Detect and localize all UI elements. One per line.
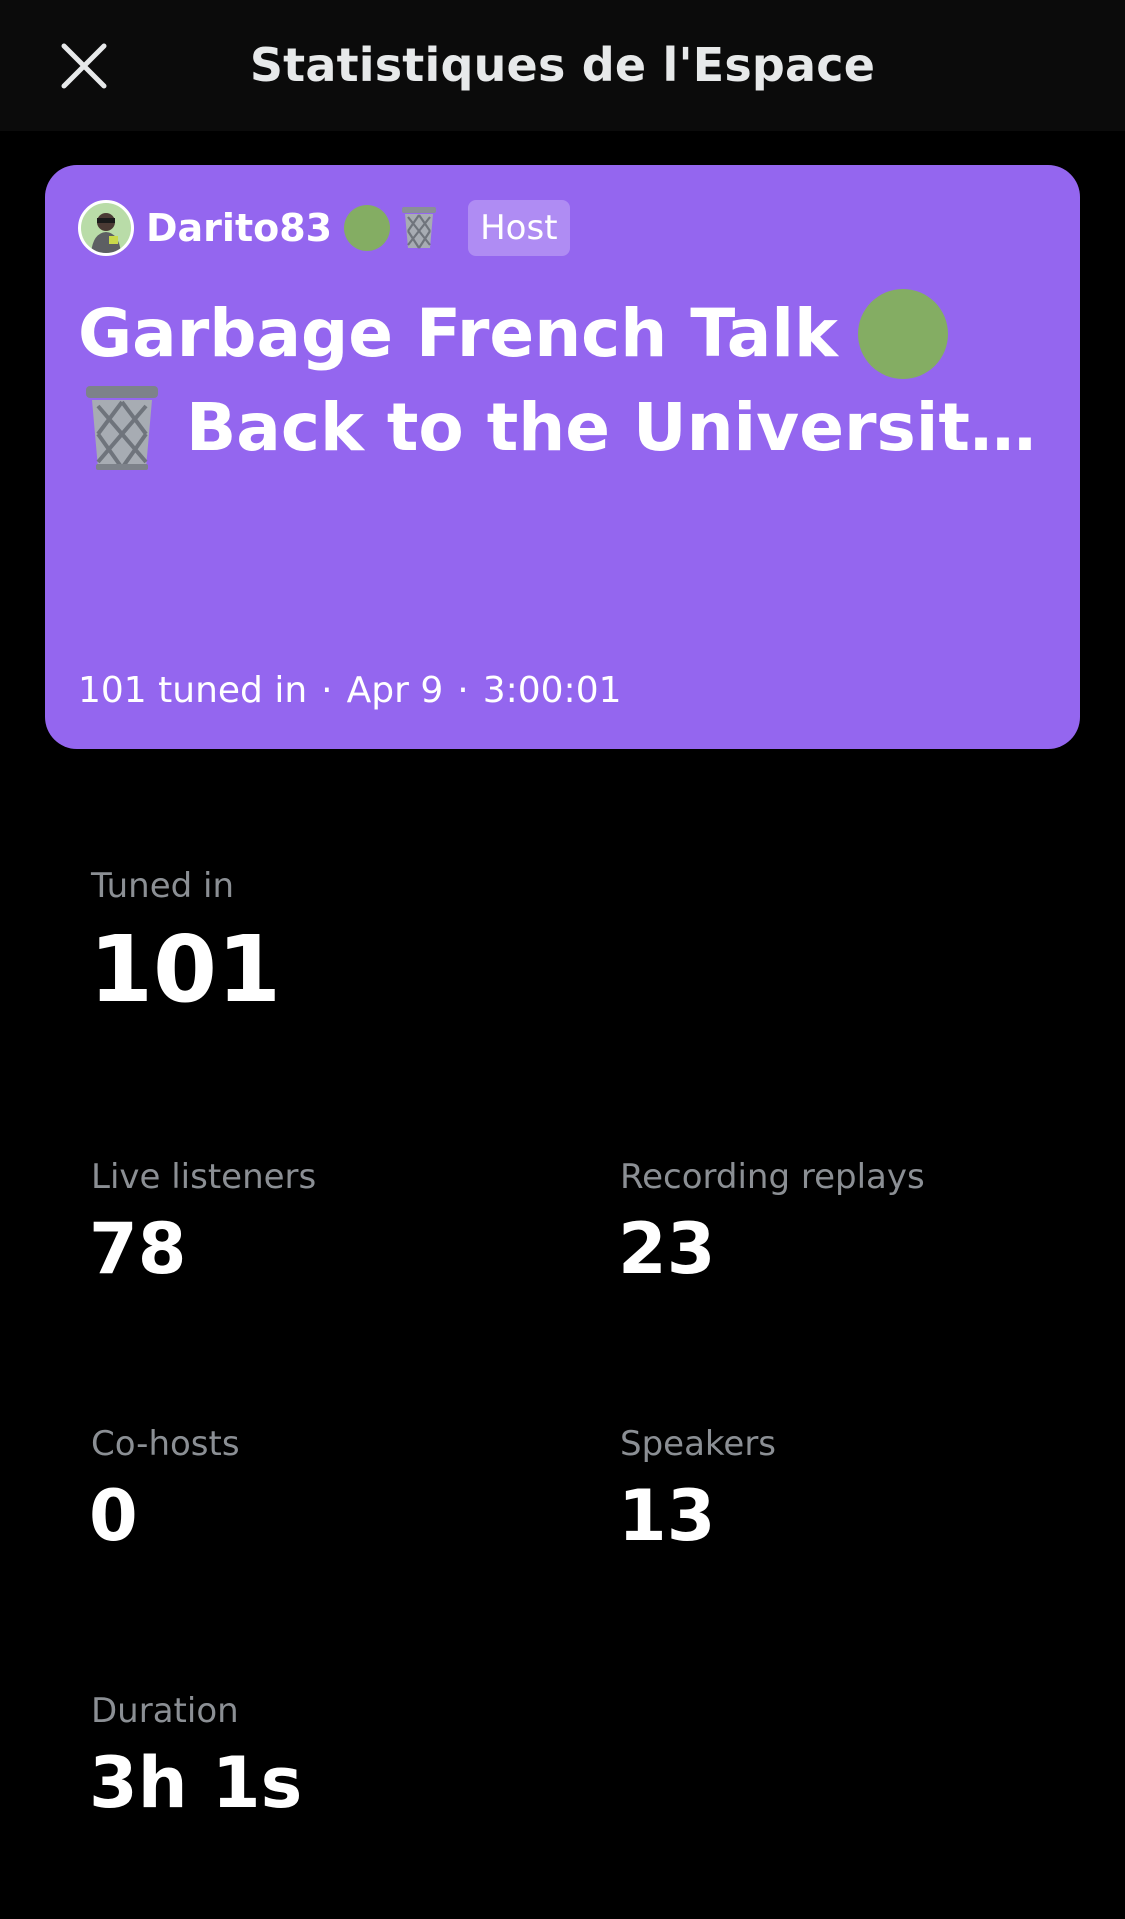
stat-value-duration: 3h 1s [89,1742,303,1824]
host-row: Darito83 Host [78,198,570,258]
meta-date: Apr 9 [346,670,444,711]
stat-value-live-listeners: 78 [89,1208,187,1290]
stat-label-speakers: Speakers [620,1424,777,1464]
stat-value-tuned-in: 101 [89,916,282,1023]
host-badge: Host [468,200,570,256]
wastebasket-icon [86,386,158,470]
space-title-line-1: Garbage French Talk [78,287,1038,381]
meta-length: 3:00:01 [482,670,622,711]
space-meta: 101 tuned in · Apr 9 · 3:00:01 [78,670,622,711]
stat-label-co-hosts: Co-hosts [91,1424,240,1464]
stat-value-recording-replays: 23 [618,1208,716,1290]
avatar[interactable] [78,200,134,256]
space-title-line-2: Back to the Universit… [78,381,1038,475]
meta-tuned-in: 101 tuned in [78,670,308,711]
green-circle-icon [857,289,948,379]
stat-value-speakers: 13 [618,1475,716,1557]
wastebasket-icon [396,203,442,253]
top-bar: Statistiques de l'Espace [0,0,1125,131]
meta-separator: · [457,670,469,711]
stat-label-duration: Duration [91,1691,239,1731]
space-title: Garbage French Talk Back to the Universi… [78,287,1038,475]
green-circle-icon [344,205,391,251]
space-title-text-1: Garbage French Talk [78,295,838,372]
stat-label-tuned-in: Tuned in [91,866,235,906]
avatar-image-icon [81,203,131,253]
stat-value-co-hosts: 0 [89,1475,138,1557]
meta-separator: · [321,670,333,711]
close-icon [61,43,107,89]
space-card[interactable]: Darito83 Host Garbage French Talk Back t… [45,165,1080,749]
close-button[interactable] [54,36,114,96]
stat-label-live-listeners: Live listeners [91,1157,317,1197]
page-title: Statistiques de l'Espace [249,38,876,92]
space-title-text-2: Back to the Universit… [186,389,1036,466]
stat-label-recording-replays: Recording replays [620,1157,925,1197]
host-name[interactable]: Darito83 [146,206,332,250]
